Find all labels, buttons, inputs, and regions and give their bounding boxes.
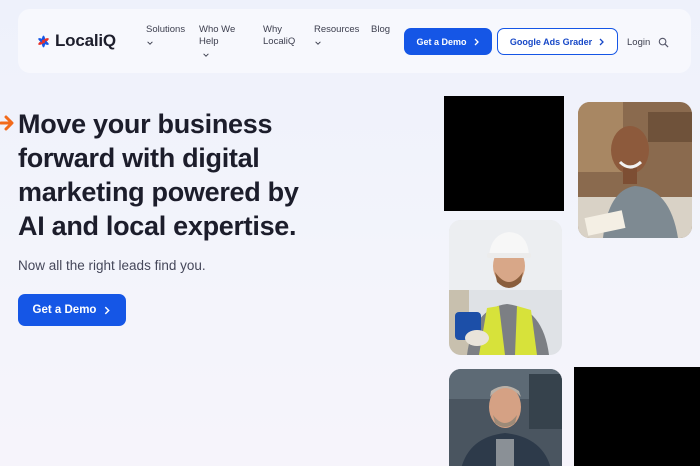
nav-label: Solutions (146, 24, 186, 35)
headline-bold: Move your business (18, 109, 273, 139)
nav-label: Blog (371, 24, 391, 35)
chevron-right-icon (474, 38, 479, 45)
photo-smiling-man (578, 102, 692, 238)
chevron-right-icon (599, 38, 605, 45)
nav-who-we-help[interactable]: Who We Help (199, 24, 249, 59)
nav-why-localiq[interactable]: Why LocaliQ (263, 24, 308, 48)
button-label: Get a Demo (416, 36, 467, 47)
button-label: Get a Demo (32, 304, 97, 316)
photo-mechanic (449, 369, 562, 466)
nav-solutions[interactable]: Solutions (146, 24, 185, 47)
get-demo-button[interactable]: Get a Demo (404, 28, 492, 55)
headline-text: with digital (114, 143, 260, 173)
chevron-down-icon (315, 41, 321, 45)
nav-blog[interactable]: Blog (371, 24, 390, 36)
arrow-right-icon (0, 115, 14, 131)
logo-text: LocaliQ (55, 31, 116, 50)
nav-label: Why LocaliQ (263, 24, 296, 47)
google-ads-grader-button[interactable]: Google Ads Grader (497, 28, 618, 55)
photo-construction-worker (449, 220, 562, 355)
headline-bold: forward (18, 143, 115, 173)
chevron-down-icon (147, 41, 153, 45)
image-placeholder (574, 367, 700, 466)
logo-asterisk-icon (38, 35, 49, 47)
site-header: LocaliQ Solutions Who We Help Why Locali… (18, 9, 691, 73)
nav-label: Resources (314, 24, 360, 35)
nav-label: Who We Help (199, 24, 236, 47)
nav-resources[interactable]: Resources (314, 24, 359, 47)
hero-subheadline: Now all the right leads find you. (18, 258, 206, 273)
headline-text: marketing powered by (18, 177, 299, 207)
chevron-down-icon (203, 53, 209, 57)
button-label: Google Ads Grader (509, 36, 593, 47)
logo[interactable]: LocaliQ (36, 31, 116, 51)
hero-get-demo-button[interactable]: Get a Demo (18, 294, 126, 326)
search-icon[interactable] (658, 37, 669, 48)
headline-text: AI and local expertise. (18, 211, 297, 241)
hero-headline: Move your business forward with digital … (18, 107, 338, 243)
login-link[interactable]: Login (627, 37, 650, 48)
image-placeholder (444, 96, 564, 211)
chevron-right-icon (105, 306, 111, 314)
